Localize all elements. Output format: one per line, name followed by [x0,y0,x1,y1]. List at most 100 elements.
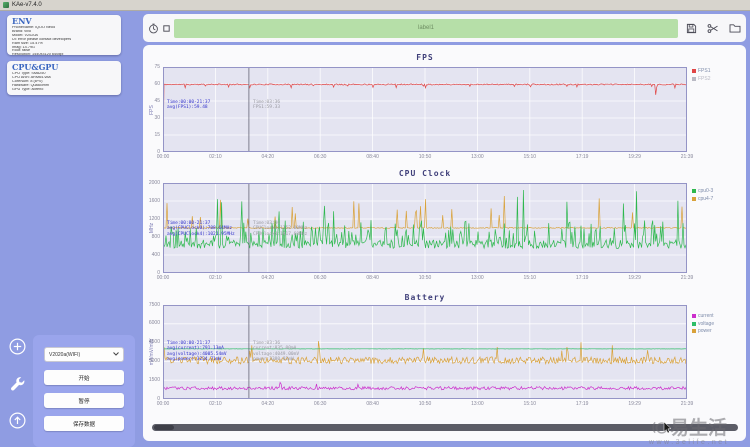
x-tick-label: 10:50 [418,401,432,407]
x-tick-label: 02:10 [209,401,222,407]
x-tick-label: 06:30 [313,154,327,160]
chart-title: Battery [404,293,446,302]
legend-swatch [692,69,696,73]
x-tick-label: 04:20 [261,275,275,281]
timer-icon[interactable] [148,23,159,34]
chart-legend: FPS1 FPS2 [692,68,711,82]
fps-plot[interactable] [162,66,688,153]
y-tick-label: 2000 [148,179,160,186]
y-tick-label: 45 [154,97,160,104]
y-tick-label: 30 [154,114,160,121]
x-tick-label: 10:50 [418,275,432,281]
app-icon [3,2,9,8]
upload-icon[interactable] [9,412,26,429]
x-tick-label: 15:10 [523,154,537,160]
x-tick-label: 08:40 [366,401,379,407]
y-tick-label: 15 [154,131,160,138]
x-tick-label: 04:20 [261,401,275,407]
legend-item[interactable]: cpu0-3 [692,188,713,194]
cursor-annotation: Time:03:36 FPS1:59.33 [253,100,281,111]
folder-icon[interactable] [729,23,741,33]
legend-swatch [692,314,696,318]
plot-area: Time:00:00-21:37 avg(current):791.13mA avg… [162,304,688,400]
save-data-button-label: 保存数据 [72,421,95,428]
legend-item[interactable]: cpu4-7 [692,196,713,202]
env-panel-title: ENV [12,16,32,26]
cursor-annotation: Time:03:36 CPUClock0:1152.00MHz CPUClock4:… [253,221,308,237]
y-tick-label: 7500 [148,301,160,308]
legend-swatch [692,329,696,333]
save-data-button[interactable]: 保存数据 [44,416,124,431]
y-tick-label: 4500 [148,339,160,346]
legend-label: FPS1 [698,68,711,74]
x-tick-label: 06:30 [313,401,327,407]
label-marker-text: label1 [417,25,434,31]
horizontal-scrollbar[interactable] [152,424,738,431]
chart-title: CPU Clock [398,169,452,178]
cpu-clock-plot[interactable] [162,182,688,274]
y-tick-label: 400 [151,251,160,258]
add-button[interactable] [9,338,26,355]
scissors-icon[interactable] [707,23,719,34]
legend-label: current [698,313,714,319]
x-tick-label: 17:19 [575,154,589,160]
x-tick-label: 00:00 [156,275,170,281]
pause-button[interactable]: 暂停 [44,393,124,408]
y-tick-label: 6000 [148,320,160,327]
x-tick-label: 10:50 [418,154,432,160]
x-tick-label: 08:40 [366,154,379,160]
fps-chart-section: FPS FPS 0 15 30 45 60 75 Time:00:00-21:37 avg(FPS… [143,53,746,169]
y-tick-label: 75 [154,63,160,70]
x-tick-label: 02:10 [209,154,222,160]
app-window: KAe-v7.4.0 ENV PhoneName: iQOO Neo5 Bran… [0,0,750,447]
checkbox-icon[interactable] [163,24,170,32]
legend-item[interactable]: FPS2 [692,76,711,82]
legend-item[interactable]: power [692,328,714,334]
x-tick-label: 00:00 [156,401,170,407]
chart-legend: cpu0-3 cpu4-7 [692,188,713,202]
window-title: KAe-v7.4.0 [12,2,42,8]
x-tick-label: 04:20 [261,154,275,160]
x-tick-label: 13:00 [471,275,484,281]
legend-item[interactable]: voltage [692,321,714,327]
y-tick-label: 60 [154,80,160,87]
env-line: Resolution: 1440x3120 640dpi [12,53,64,57]
cpu-line: GPU Type: adreno [12,87,44,91]
x-tick-label: 00:00 [156,154,170,160]
legend-swatch [692,196,696,201]
wrench-icon[interactable] [9,376,26,393]
legend-label: voltage [698,320,715,327]
label-marker-bar[interactable]: label1 [174,18,678,38]
legend-item[interactable]: current [692,313,714,319]
x-tick-label: 02:10 [209,275,222,281]
y-tick-label: 3000 [148,357,160,364]
y-axis-label: FPS [149,104,155,115]
save-icon[interactable] [686,23,697,34]
legend-item[interactable]: FPS1 [692,68,711,74]
legend-label: power [698,328,712,334]
x-tick-label: 21:39 [680,275,694,281]
chart-legend: current voltage power [692,313,714,334]
x-tick-label: 19:29 [628,275,641,281]
battery-chart-section: Battery mA/mV/mW 0 1500 3000 4500 6000 7500 Time… [143,293,746,415]
control-panel: V2020a(WIFI) 开始 暂停 保存数据 [33,335,135,447]
pause-button-label: 暂停 [78,398,90,405]
device-select[interactable]: V2020a(WIFI) [44,347,124,362]
battery-plot[interactable] [162,304,688,400]
y-tick-label: 1500 [148,376,160,383]
x-tick-label: 13:00 [471,154,484,160]
plot-area: Time:00:00-21:37 avg(CPUClock0):708.64MHz… [162,182,688,274]
start-button[interactable]: 开始 [44,370,124,385]
chevron-down-icon [113,351,119,358]
legend-swatch [692,76,696,81]
x-tick-label: 21:39 [680,154,694,160]
y-tick-label: 1600 [148,197,160,204]
x-tick-label: 13:00 [471,401,484,407]
x-tick-label: 15:10 [523,401,537,407]
plot-area: Time:00:00-21:37 avg(FPS1):59.48 Time:03:3… [162,66,688,153]
window-titlebar: KAe-v7.4.0 [0,0,750,11]
top-toolbar: label1 [143,14,746,42]
legend-label: FPS2 [698,75,711,82]
scrollbar-thumb[interactable] [154,425,174,430]
device-select-value: V2020a(WIFI) [49,351,81,358]
